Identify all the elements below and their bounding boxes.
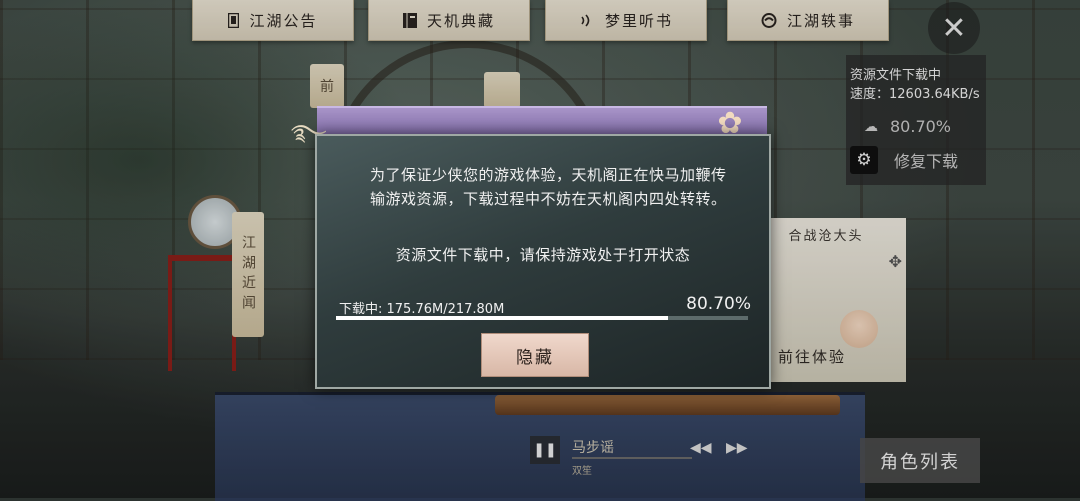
- download-progress-percent: 80.70%: [686, 294, 751, 314]
- download-dialog: 为了保证少侠您的游戏体验，天机阁正在快马加鞭传输游戏资源，下载过程中不妨在天机阁…: [315, 134, 771, 389]
- hide-button-label: 隐藏: [516, 347, 554, 368]
- download-progress-fill: [336, 316, 669, 320]
- hide-button[interactable]: 隐藏: [481, 333, 589, 377]
- dialog-message: 为了保证少侠您的游戏体验，天机阁正在快马加鞭传输游戏资源，下载过程中不妨在天机阁…: [370, 166, 727, 208]
- download-progress-bar: [336, 316, 748, 320]
- dialog-keep-open-notice: 资源文件下载中，请保持游戏处于打开状态: [395, 246, 691, 264]
- download-progress-label: 下载中: 175.76M/217.80M: [339, 302, 505, 317]
